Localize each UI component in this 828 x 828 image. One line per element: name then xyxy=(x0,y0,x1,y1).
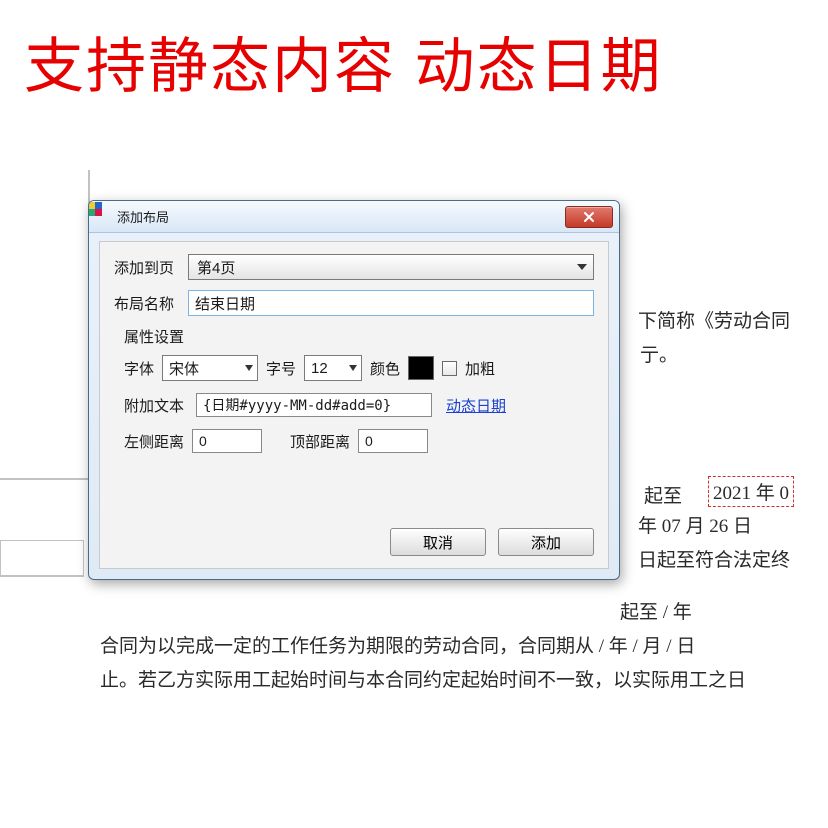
doc-snippet: 起至 xyxy=(644,481,682,508)
dialog-title: 添加布局 xyxy=(117,207,169,226)
font-select-value: 宋体 xyxy=(169,358,199,379)
font-size-value: 12 xyxy=(311,360,328,377)
doc-snippet: 亍。 xyxy=(640,340,678,367)
extra-text-value: {日期#yyyy-MM-dd#add=0} xyxy=(203,395,391,415)
page-select-value: 第4页 xyxy=(197,257,235,278)
headline: 支持静态内容 动态日期 xyxy=(24,18,663,105)
chevron-down-icon xyxy=(349,365,357,371)
layout-name-input[interactable]: 结束日期 xyxy=(188,290,594,316)
left-distance-input[interactable]: 0 xyxy=(192,429,262,453)
color-picker[interactable] xyxy=(408,356,434,380)
extra-text-input[interactable]: {日期#yyyy-MM-dd#add=0} xyxy=(196,393,432,417)
label-layout-name: 布局名称 xyxy=(114,293,188,314)
layout-name-value: 结束日期 xyxy=(195,293,255,314)
panel-outline xyxy=(0,540,84,576)
page-select[interactable]: 第4页 xyxy=(188,254,594,280)
doc-line: 止。若乙方实际用工起始时间与本合同约定起始时间不一致，以实际用工之日 xyxy=(100,665,746,692)
label-bold: 加粗 xyxy=(465,358,495,379)
label-color: 颜色 xyxy=(370,358,400,379)
add-button[interactable]: 添加 xyxy=(498,528,594,556)
label-font: 字体 xyxy=(124,358,154,379)
dialog-body: 添加到页 第4页 布局名称 结束日期 属性设置 字体 宋体 字号 12 xyxy=(99,241,609,569)
font-size-select[interactable]: 12 xyxy=(304,355,362,381)
left-distance-value: 0 xyxy=(199,433,207,449)
close-button[interactable] xyxy=(565,206,613,228)
bold-checkbox[interactable] xyxy=(442,361,457,376)
add-layout-dialog: 添加布局 添加到页 第4页 布局名称 结束日期 属性设置 字体 宋体 xyxy=(88,200,620,580)
label-add-to-page: 添加到页 xyxy=(114,257,188,278)
label-property-group: 属性设置 xyxy=(124,326,594,347)
date-field-highlight: 2021 年 0 xyxy=(708,476,794,507)
label-left-distance: 左侧距离 xyxy=(124,431,184,452)
top-distance-input[interactable]: 0 xyxy=(358,429,428,453)
doc-snippet: 下简称《劳动合同 xyxy=(638,306,790,333)
dialog-titlebar: 添加布局 xyxy=(89,201,619,233)
doc-snippet: 年 07 月 26 日 xyxy=(638,511,752,538)
chevron-down-icon xyxy=(577,264,587,270)
label-top-distance: 顶部距离 xyxy=(290,431,350,452)
label-font-size: 字号 xyxy=(266,358,296,379)
doc-line: 合同为以完成一定的工作任务为期限的劳动合同，合同期从 / 年 / 月 / 日 xyxy=(100,631,695,658)
top-distance-value: 0 xyxy=(365,433,373,449)
doc-snippet: 日起至符合法定终 xyxy=(638,545,790,572)
ruler-edge-h xyxy=(0,478,88,480)
chevron-down-icon xyxy=(245,365,253,371)
cancel-button[interactable]: 取消 xyxy=(390,528,486,556)
app-icon xyxy=(95,209,111,225)
close-icon xyxy=(583,211,595,223)
label-extra-text: 附加文本 xyxy=(124,395,188,416)
dynamic-date-link[interactable]: 动态日期 xyxy=(446,395,506,416)
doc-snippet: 起至 / 年 xyxy=(620,597,692,624)
font-select[interactable]: 宋体 xyxy=(162,355,258,381)
